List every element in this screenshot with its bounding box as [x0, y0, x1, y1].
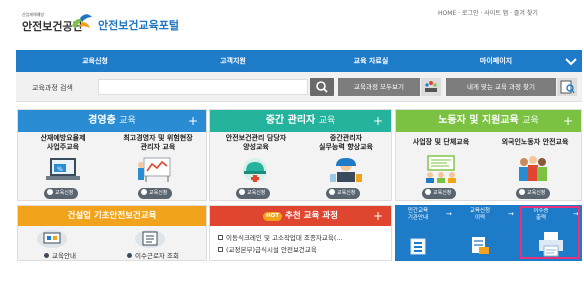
card-stack-icon [403, 236, 433, 258]
recommended-panel-title: 추천 교육 과정 [285, 211, 338, 221]
hot-badge: HOT [263, 212, 283, 221]
arrow-right-icon: → [446, 210, 452, 218]
construction-panel-header[interactable]: 건설업 기초안전보건교육 [18, 206, 206, 226]
private-institution-guide-label[interactable]: 민간교육 기관안내 [398, 208, 438, 222]
recommended-course-item[interactable]: 이동식크레인 및 고소작업대 조종자교육(... [218, 232, 343, 242]
middle-panel-suffix: 교육 [318, 116, 336, 126]
worker-panel-header: 노동자 및 지원교육 교육 + [396, 110, 581, 132]
find-my-course-icon-button[interactable] [557, 78, 577, 96]
middle-course-2-title[interactable]: 중간관리자 실무능력 향상교육 [302, 134, 390, 152]
manager-tools-icon [328, 156, 364, 186]
management-panel-suffix: 교육 [119, 116, 136, 126]
chevron-down-icon [565, 58, 577, 66]
nav-item-mypage[interactable]: 마이페이지 [436, 50, 556, 72]
recommended-course-item[interactable]: (교정본부)급식시설 안전보건교육 [218, 244, 317, 254]
portal-title[interactable]: 안전보건교육포털 [98, 17, 179, 33]
middle-course-1-apply-button[interactable]: 교육신청 [236, 188, 271, 199]
plus-icon[interactable]: + [563, 110, 573, 132]
nav-item-resources[interactable]: 교육 자료실 [306, 50, 436, 72]
find-my-course-button[interactable]: 내게 맞는 교육 과정 찾기 [446, 78, 556, 96]
recommended-panel-header: HOT 추천 교육 과정 + [210, 206, 391, 226]
management-panel-header: 경영층 교육 + [18, 110, 206, 132]
kosha-logo-icon[interactable] [70, 12, 94, 32]
arrow-right-icon: → [508, 210, 514, 218]
people-group-icon [425, 81, 437, 92]
management-course-1-apply-button[interactable]: 교육신청 [44, 188, 79, 199]
plus-icon[interactable]: + [188, 110, 198, 132]
worker-course-1-title[interactable]: 사업장 및 단체교육 [396, 138, 486, 147]
course-search-input[interactable] [98, 79, 308, 95]
printer-icon [535, 230, 567, 260]
plus-icon[interactable]: + [373, 206, 383, 226]
foreign-workers-icon [514, 154, 552, 186]
nav-expand-button[interactable] [560, 50, 582, 72]
worker-panel-suffix: 교육 [522, 116, 539, 126]
checkbox-icon [218, 235, 223, 240]
magnifier-document-icon [560, 80, 575, 94]
management-course-2-apply-button[interactable]: 교육신청 [138, 188, 173, 199]
view-all-courses-icon-button[interactable] [421, 78, 441, 96]
middle-course-1-title[interactable]: 안전보건관리 담당자 양성교육 [212, 134, 300, 152]
search-button[interactable] [310, 78, 334, 96]
nav-item-course-apply[interactable]: 교육신청 [30, 50, 160, 72]
safety-helmet-plus-icon [237, 156, 273, 186]
group-training-icon [422, 154, 460, 186]
laptop-percent-icon: % [44, 156, 82, 186]
construction-guide-link[interactable]: 교육안내 [44, 250, 76, 260]
history-document-icon [463, 235, 493, 257]
chart-board-icon [136, 156, 176, 186]
completed-worker-lookup-link[interactable]: 이수근로자 조회 [127, 250, 179, 260]
bullet-icon [127, 253, 132, 258]
guide-monitor-icon [35, 229, 69, 251]
svg-text:%: % [57, 166, 63, 173]
worker-support-education-panel: 노동자 및 지원교육 교육 + 사업장 및 단체교육 외국인노동자 안전교육 교… [395, 109, 582, 201]
application-history-label[interactable]: 교육신청 이력 [460, 208, 500, 222]
worker-course-1-apply-button[interactable]: 교육신청 [422, 188, 457, 199]
bullet-icon [44, 253, 49, 258]
nav-item-customer-support[interactable]: 고객지원 [168, 50, 298, 72]
plus-icon[interactable]: + [373, 110, 383, 132]
middle-panel-header: 중간 관리자 교육 + [210, 110, 391, 132]
utility-links[interactable]: HOME · 로그인 · 사이트 맵 · 즐겨 찾기 [438, 8, 538, 17]
worker-course-2-title[interactable]: 외국인노동자 안전교육 [488, 138, 582, 147]
checkbox-icon [218, 247, 223, 252]
search-icon [316, 81, 328, 93]
management-course-1-title[interactable]: 산재예방요율제 사업주교육 [20, 134, 106, 152]
view-all-courses-button[interactable]: 교육과정 모두보기 [338, 78, 420, 96]
main-nav: 교육신청 고객지원 교육 자료실 마이페이지 [16, 50, 582, 72]
management-course-2-title[interactable]: 최고경영자 및 위험현장 관리자 교육 [110, 134, 206, 152]
middle-panel-title: 중간 관리자 [265, 115, 316, 126]
middle-manager-education-panel: 중간 관리자 교육 + 안전보건관리 담당자 양성교육 중간관리자 실무능력 향… [209, 109, 392, 201]
search-label: 교육과정 검색 [32, 84, 73, 92]
middle-course-2-apply-button[interactable]: 교육신청 [326, 188, 361, 199]
management-education-panel: 경영층 교육 + 산재예방요율제 사업주교육 최고경영자 및 위험현장 관리자 … [17, 109, 207, 201]
worker-panel-title: 노동자 및 지원교육 [438, 115, 519, 126]
worker-course-2-apply-button[interactable]: 교육신청 [516, 188, 551, 199]
certificate-lookup-icon [133, 229, 167, 251]
management-panel-title: 경영층 [88, 115, 116, 126]
